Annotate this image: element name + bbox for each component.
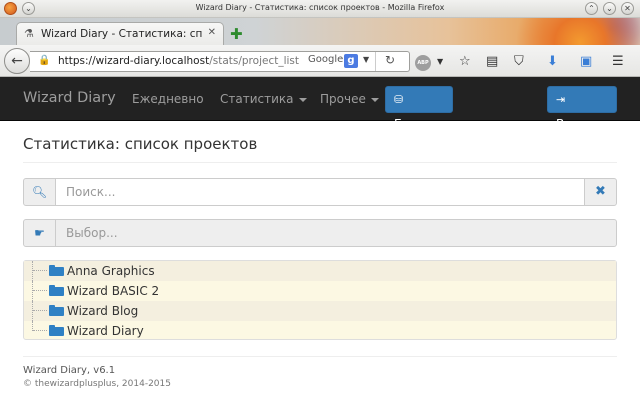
tree-item-label: Wizard Diary xyxy=(67,324,144,338)
download-icon[interactable]: ⬇ xyxy=(547,54,558,69)
window-collapse-button[interactable]: ⌃ xyxy=(585,2,598,15)
extension-icon[interactable]: ▣ xyxy=(580,54,592,69)
search-input[interactable] xyxy=(55,178,585,206)
search-group: 🔍︎ ✖ xyxy=(23,178,617,206)
arrow-left-icon: ← xyxy=(11,53,23,69)
footer-divider xyxy=(23,356,617,357)
app-navbar: Wizard Diary Ежедневно Статистика Прочее… xyxy=(0,77,640,131)
divider xyxy=(375,52,376,71)
tab-strip: ⚗ Wizard Diary - Статистика: спис… ✕ ✚ xyxy=(0,18,640,45)
times-icon: ✖ xyxy=(595,184,606,199)
folder-open-icon xyxy=(49,285,64,296)
search-engine-label: Google xyxy=(308,54,344,65)
url-text[interactable]: https://wizard-diary.localhost/stats/pro… xyxy=(58,55,299,67)
tree-guide xyxy=(32,261,33,281)
tree-item[interactable]: Wizard BASIC 2 xyxy=(24,281,616,301)
reload-icon[interactable]: ↻ xyxy=(385,53,395,67)
title-divider xyxy=(23,162,617,163)
window-close-button[interactable]: ✕ xyxy=(621,2,634,15)
search-icon: 🔍︎ xyxy=(23,178,56,206)
select-group: ☛ xyxy=(23,219,617,247)
folder-open-icon xyxy=(49,265,64,276)
site-favicon-icon: ⚗ xyxy=(24,27,34,40)
page-title: Статистика: список проектов xyxy=(23,135,258,153)
adblock-icon[interactable]: ABP xyxy=(415,55,431,71)
nav-stats-dropdown[interactable]: Статистика xyxy=(220,92,307,106)
tree-item-label: Anna Graphics xyxy=(67,264,155,278)
backup-button[interactable]: ⛁ Бекап xyxy=(385,86,453,131)
url-host: https://wizard-diary.localhost xyxy=(58,55,210,67)
tree-guide xyxy=(32,301,33,321)
chevron-down-icon[interactable]: ▼ xyxy=(437,57,443,66)
tree-guide xyxy=(33,330,47,331)
search-bar[interactable]: Google g ▼ ↻ xyxy=(305,51,405,72)
nav-stats-label: Статистика xyxy=(220,92,294,106)
tree-item-label: Wizard BASIC 2 xyxy=(67,284,160,298)
tab-title: Wizard Diary - Статистика: спис… xyxy=(41,28,203,40)
backup-label: Бекап xyxy=(394,117,433,131)
clear-search-button[interactable]: ✖ xyxy=(584,178,617,206)
chevron-down-icon[interactable]: ▼ xyxy=(363,55,369,64)
tree-item[interactable]: Anna Graphics xyxy=(24,261,616,281)
folder-open-icon xyxy=(49,305,64,316)
footer-version: Wizard Diary, v6.1 xyxy=(23,365,116,376)
window-title: Wizard Diary - Статистика: список проект… xyxy=(195,3,445,12)
sign-out-icon: ⇥ xyxy=(556,93,566,106)
hamburger-menu-icon[interactable]: ☰ xyxy=(612,54,624,69)
pocket-icon[interactable]: ⛉ xyxy=(514,54,524,69)
firefox-theme-art xyxy=(440,18,640,45)
nav-other-dropdown[interactable]: Прочее xyxy=(320,92,379,106)
hand-pointer-icon: ☛ xyxy=(23,219,56,247)
caret-down-icon xyxy=(370,97,379,102)
tab-wizard-diary[interactable]: ⚗ Wizard Diary - Статистика: спис… ✕ xyxy=(16,22,224,45)
back-button[interactable]: ← xyxy=(4,48,30,74)
window-minimize-button[interactable]: ⌄ xyxy=(603,2,616,15)
tree-item[interactable]: Wizard Diary xyxy=(24,321,616,341)
star-icon[interactable]: ☆ xyxy=(459,54,471,69)
tree-guide xyxy=(33,270,47,271)
google-icon: g xyxy=(344,54,358,68)
archive-icon: ⛁ xyxy=(394,93,404,106)
folder-open-icon xyxy=(49,325,64,336)
tree-item[interactable]: Wizard Blog xyxy=(24,301,616,321)
tab-close-icon[interactable]: ✕ xyxy=(208,27,216,38)
nav-daily-label: Ежедневно xyxy=(132,92,204,106)
footer-copyright: © thewizardplusplus, 2014-2015 xyxy=(23,379,171,389)
logout-button[interactable]: ⇥ Выход xyxy=(547,86,617,131)
select-input[interactable] xyxy=(55,219,617,247)
logout-label: Выход xyxy=(556,117,597,131)
window-titlebar: ⌄ Wizard Diary - Статистика: список прое… xyxy=(0,0,640,18)
tree-guide xyxy=(33,310,47,311)
tree-item-label: Wizard Blog xyxy=(67,304,139,318)
nav-other-label: Прочее xyxy=(320,92,366,106)
nav-toolbar: 🔒 https://wizard-diary.localhost/stats/p… xyxy=(0,45,640,77)
brand-link[interactable]: Wizard Diary xyxy=(23,90,116,106)
tree-guide xyxy=(33,290,47,291)
url-path: /stats/project_list xyxy=(209,55,300,67)
reading-list-icon[interactable]: ▤ xyxy=(486,54,498,69)
tree-guide xyxy=(32,281,33,301)
lock-icon: 🔒 xyxy=(38,55,51,66)
project-tree: Anna Graphics Wizard BASIC 2 Wizard Blog… xyxy=(23,260,617,340)
nav-daily[interactable]: Ежедневно xyxy=(132,92,204,106)
caret-down-icon xyxy=(298,97,307,102)
new-tab-icon[interactable]: ✚ xyxy=(230,25,243,43)
